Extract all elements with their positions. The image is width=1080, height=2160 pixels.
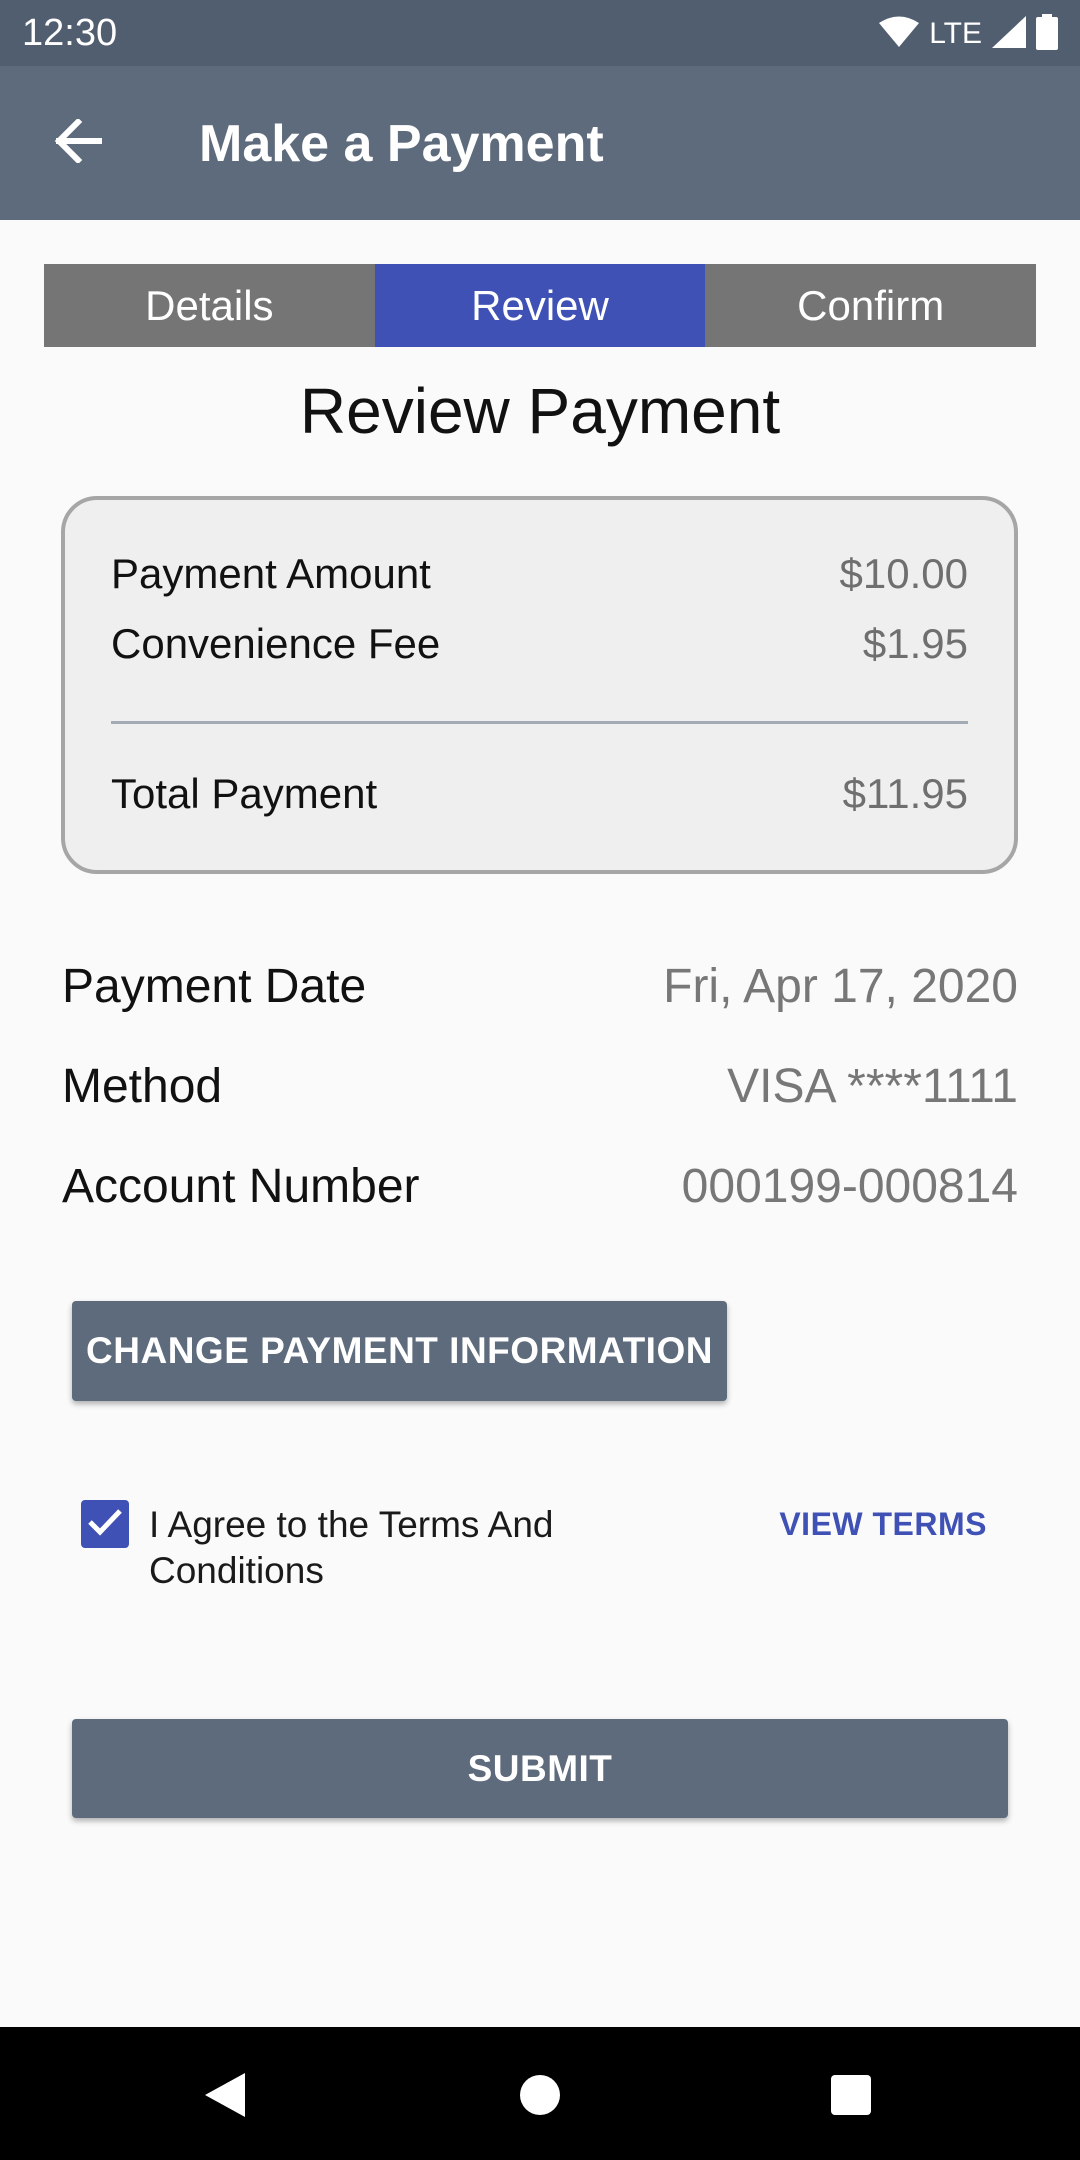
network-type: LTE (929, 17, 982, 50)
account-number-label: Account Number (62, 1160, 420, 1213)
check-icon (87, 1507, 123, 1542)
summary-divider (111, 721, 968, 724)
nav-home-button[interactable] (500, 2057, 580, 2137)
payment-date-label: Payment Date (62, 960, 367, 1013)
submit-button[interactable]: SUBMIT (72, 1719, 1008, 1818)
change-payment-info-button[interactable]: CHANGE PAYMENT INFORMATION (72, 1301, 727, 1401)
convenience-fee-value: $1.95 (862, 620, 968, 667)
step-tabs: Details Review Confirm (44, 264, 1037, 347)
nav-back-button[interactable] (185, 2057, 265, 2137)
payment-date-value: Fri, Apr 17, 2020 (663, 960, 1018, 1013)
terms-checkbox[interactable] (81, 1500, 129, 1548)
page-title: Make a Payment (199, 115, 604, 173)
wifi-icon (879, 16, 920, 53)
circle-home-icon (518, 2073, 562, 2122)
status-time: 12:30 (22, 12, 118, 54)
convenience-fee-row: Convenience Fee $1.95 (111, 620, 968, 668)
square-recents-icon (830, 2074, 872, 2121)
convenience-fee-label: Convenience Fee (111, 620, 441, 667)
total-payment-row: Total Payment $11.95 (111, 770, 968, 818)
payment-amount-value: $10.00 (839, 550, 968, 597)
method-label: Method (62, 1060, 223, 1113)
back-button[interactable] (36, 111, 120, 175)
app-bar: Make a Payment (0, 66, 1080, 220)
nav-recents-button[interactable] (811, 2057, 891, 2137)
status-bar: 12:30 LTE (0, 0, 1080, 66)
account-number-value: 000199-000814 (681, 1160, 1018, 1213)
account-number-row: Account Number 000199-000814 (62, 1159, 1018, 1214)
tab-details[interactable]: Details (44, 264, 375, 347)
payment-amount-label: Payment Amount (111, 550, 431, 597)
system-nav-bar (0, 2027, 1080, 2160)
method-value: VISA ****1111 (727, 1060, 1018, 1113)
terms-agree-label: I Agree to the Terms And Conditions (149, 1504, 554, 1591)
signal-icon (992, 15, 1026, 53)
status-icons: LTE (879, 13, 1058, 55)
payment-summary-card: Payment Amount $10.00 Convenience Fee $1… (61, 496, 1018, 874)
total-payment-label: Total Payment (111, 770, 378, 817)
payment-date-row: Payment Date Fri, Apr 17, 2020 (62, 959, 1018, 1014)
battery-icon (1036, 13, 1058, 55)
review-heading: Review Payment (299, 375, 781, 447)
tab-review[interactable]: Review (374, 264, 706, 347)
payment-amount-row: Payment Amount $10.00 (111, 550, 968, 598)
method-row: Method VISA ****1111 (62, 1059, 1018, 1114)
view-terms-link[interactable]: VIEW TERMS (779, 1506, 987, 1543)
tab-confirm[interactable]: Confirm (705, 264, 1037, 347)
arrow-left-icon (54, 117, 103, 168)
triangle-back-icon (203, 2071, 247, 2124)
total-payment-value: $11.95 (842, 770, 968, 817)
